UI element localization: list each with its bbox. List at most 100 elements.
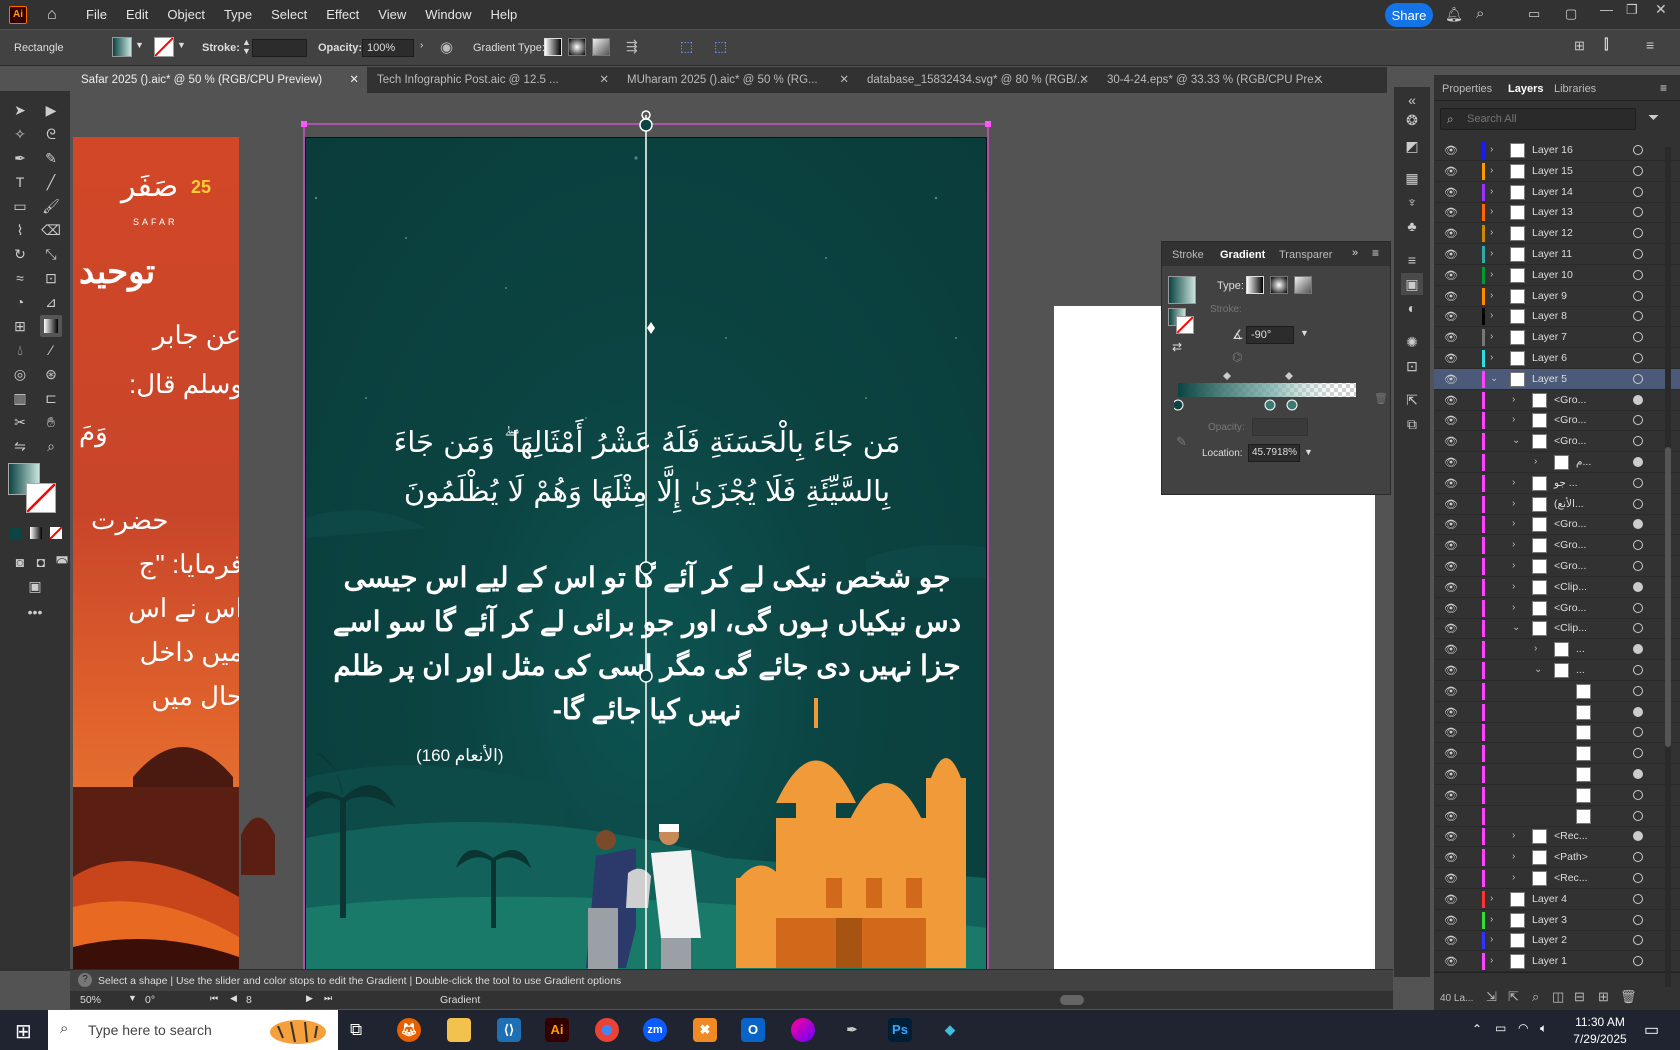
selection-tool-icon[interactable]: ➤ bbox=[9, 99, 31, 121]
layer-row[interactable]: 👁︎ › <Gro... bbox=[1434, 556, 1680, 577]
target-circle-icon[interactable] bbox=[1633, 249, 1643, 259]
expand-arrow-icon[interactable]: › bbox=[1490, 934, 1493, 945]
clock-time[interactable]: 11:30 AM bbox=[1570, 1015, 1630, 1029]
visibility-eye-icon[interactable]: 👁︎ bbox=[1444, 498, 1458, 511]
layer-row[interactable]: 👁︎ › Layer 4 bbox=[1434, 889, 1680, 910]
tab-tech-infographic[interactable]: Tech Infographic Post.aic @ 12.5 ... ✕ bbox=[369, 67, 617, 93]
gradient-annotator[interactable] bbox=[300, 110, 1000, 980]
warp-tool-icon[interactable]: ≈ bbox=[9, 267, 31, 289]
rectangle-tool-icon[interactable]: ▭ bbox=[9, 195, 31, 217]
visibility-eye-icon[interactable]: 👁︎ bbox=[1444, 269, 1458, 282]
gradient-slider[interactable] bbox=[1174, 372, 1374, 418]
target-circle-icon[interactable] bbox=[1633, 956, 1643, 967]
target-circle-icon[interactable] bbox=[1633, 561, 1643, 571]
artboard-tawheed[interactable]: صَفَر 25 SAFAR توحید عن جابر وسلم قال: و… bbox=[73, 137, 239, 970]
visibility-eye-icon[interactable]: 👁︎ bbox=[1444, 414, 1458, 427]
expand-arrow-icon[interactable]: › bbox=[1512, 872, 1515, 883]
network-icon[interactable]: ▭ bbox=[1495, 1021, 1506, 1035]
layer-name[interactable]: Layer 16 bbox=[1532, 144, 1573, 156]
expand-arrow-icon[interactable]: › bbox=[1512, 394, 1515, 405]
workspace-icon[interactable]: ▭ bbox=[1528, 6, 1540, 22]
target-circle-icon[interactable] bbox=[1633, 727, 1643, 738]
target-circle-icon[interactable] bbox=[1633, 228, 1643, 239]
paintbrush-icon[interactable]: 🖌︎ bbox=[40, 195, 62, 217]
tab-layers[interactable]: Layers bbox=[1508, 83, 1543, 95]
search-icon[interactable]: ⌕ bbox=[1476, 5, 1484, 22]
visibility-eye-icon[interactable]: 👁︎ bbox=[1444, 914, 1458, 927]
layer-row[interactable]: 👁︎ ›... bbox=[1434, 639, 1680, 661]
expand-arrow-icon[interactable]: ⌄ bbox=[1512, 622, 1520, 633]
target-circle-icon[interactable] bbox=[1633, 353, 1643, 363]
layer-row[interactable]: 👁︎ › <Gro... bbox=[1434, 598, 1680, 619]
layer-row[interactable]: 👁︎ › Layer 2 bbox=[1434, 930, 1680, 952]
chevron-up-icon[interactable]: ⌃ bbox=[1472, 1022, 1482, 1036]
outlook-icon[interactable]: O bbox=[741, 1018, 765, 1042]
layer-row[interactable]: 👁︎ bbox=[1434, 785, 1680, 806]
linear-gradient-button[interactable] bbox=[544, 38, 562, 56]
hand-tool-icon[interactable]: ✋︎ bbox=[40, 411, 62, 433]
layer-row[interactable]: 👁︎ › Layer 13 bbox=[1434, 202, 1680, 224]
layer-name[interactable]: ... bbox=[1576, 664, 1585, 676]
linear-gradient-button[interactable] bbox=[1246, 276, 1264, 294]
expand-panels-icon[interactable]: « bbox=[1401, 89, 1423, 111]
visibility-eye-icon[interactable]: 👁︎ bbox=[1444, 872, 1458, 885]
visibility-eye-icon[interactable]: 👁︎ bbox=[1444, 290, 1458, 303]
transform-icon[interactable]: ⬚ bbox=[680, 38, 693, 55]
target-circle-icon[interactable] bbox=[1633, 810, 1643, 821]
shape-builder-icon[interactable]: ◔ bbox=[9, 291, 31, 313]
layers-search[interactable]: ⌕ bbox=[1440, 108, 1636, 130]
expand-arrow-icon[interactable]: › bbox=[1534, 643, 1537, 654]
firefox-icon[interactable]: 🦊︎ bbox=[397, 1018, 421, 1042]
expand-arrow-icon[interactable]: › bbox=[1490, 227, 1493, 238]
draw-normal-icon[interactable]: ◙ bbox=[9, 551, 31, 573]
close-icon[interactable]: ✕ bbox=[599, 67, 609, 93]
expand-arrow-icon[interactable]: › bbox=[1490, 248, 1493, 259]
visibility-eye-icon[interactable]: 👁︎ bbox=[1444, 830, 1458, 843]
target-circle-icon[interactable] bbox=[1633, 748, 1643, 759]
layer-row[interactable]: 👁︎ › <Rec... bbox=[1434, 826, 1680, 848]
visibility-eye-icon[interactable]: 👁︎ bbox=[1444, 747, 1458, 760]
gradient-mode-icon[interactable] bbox=[30, 527, 42, 539]
chevron-right-icon[interactable]: › bbox=[420, 40, 423, 51]
layer-row[interactable]: 👁︎ › <Gro... bbox=[1434, 535, 1680, 557]
menu-icon[interactable]: ≡ bbox=[1660, 81, 1667, 95]
visibility-eye-icon[interactable]: 👁︎ bbox=[1444, 186, 1458, 199]
visibility-eye-icon[interactable]: 👁︎ bbox=[1444, 331, 1458, 344]
artboards-icon[interactable]: ⧉ bbox=[1401, 413, 1423, 435]
xampp-icon[interactable]: ✖ bbox=[693, 1018, 717, 1042]
expand-arrow-icon[interactable]: › bbox=[1512, 498, 1515, 509]
visibility-eye-icon[interactable]: 👁︎ bbox=[1444, 352, 1458, 365]
rotate-tool-icon[interactable]: ↻ bbox=[9, 243, 31, 265]
visibility-eye-icon[interactable]: 👁︎ bbox=[1444, 602, 1458, 615]
new-layer-icon[interactable]: ⊞ bbox=[1598, 989, 1609, 1005]
layer-name[interactable]: Layer 7 bbox=[1532, 331, 1567, 343]
screen-mode-icon[interactable]: ▣ bbox=[24, 575, 46, 597]
layer-name[interactable]: Layer 13 bbox=[1532, 206, 1573, 218]
layer-row[interactable]: 👁︎ › Layer 9 bbox=[1434, 286, 1680, 307]
target-circle-icon[interactable] bbox=[1633, 665, 1643, 675]
curvature-tool-icon[interactable]: ✎ bbox=[40, 147, 62, 169]
tab-gradient[interactable]: Gradient bbox=[1220, 249, 1265, 261]
appearance-icon[interactable]: ❂ bbox=[1401, 109, 1423, 131]
zoom-icon[interactable]: zm bbox=[643, 1018, 667, 1042]
layer-row[interactable]: 👁︎ › <Rec... bbox=[1434, 868, 1680, 889]
free-transform-icon[interactable]: ⊡ bbox=[40, 267, 62, 289]
zoom-tool-icon[interactable]: ⌕ bbox=[40, 435, 62, 457]
layer-name[interactable]: <Gro... bbox=[1554, 435, 1586, 447]
freeform-gradient-button[interactable] bbox=[1294, 276, 1312, 294]
direct-selection-tool-icon[interactable]: ▶ bbox=[40, 99, 62, 121]
layer-name[interactable]: Layer 10 bbox=[1532, 269, 1573, 281]
draw-behind-icon[interactable]: ◘ bbox=[30, 551, 52, 573]
gradient-panel-icon[interactable]: ▣ bbox=[1401, 273, 1423, 295]
arrange-icon[interactable]: ⊞ bbox=[1574, 38, 1585, 54]
visibility-eye-icon[interactable]: 👁︎ bbox=[1444, 310, 1458, 323]
layer-row[interactable]: 👁︎ › Layer 1 bbox=[1434, 951, 1680, 972]
menu-window[interactable]: Window bbox=[425, 7, 471, 22]
layer-row[interactable]: 👁︎ › م... bbox=[1434, 452, 1680, 473]
illustrator-icon[interactable]: Ai bbox=[545, 1018, 569, 1042]
menu-edit[interactable]: Edit bbox=[126, 7, 148, 22]
column-graph-icon[interactable]: ▥ bbox=[9, 387, 31, 409]
target-circle-icon[interactable] bbox=[1633, 789, 1643, 800]
eyedropper-icon[interactable]: ✎ bbox=[1176, 434, 1187, 450]
layer-row[interactable]: 👁︎ bbox=[1434, 722, 1680, 744]
